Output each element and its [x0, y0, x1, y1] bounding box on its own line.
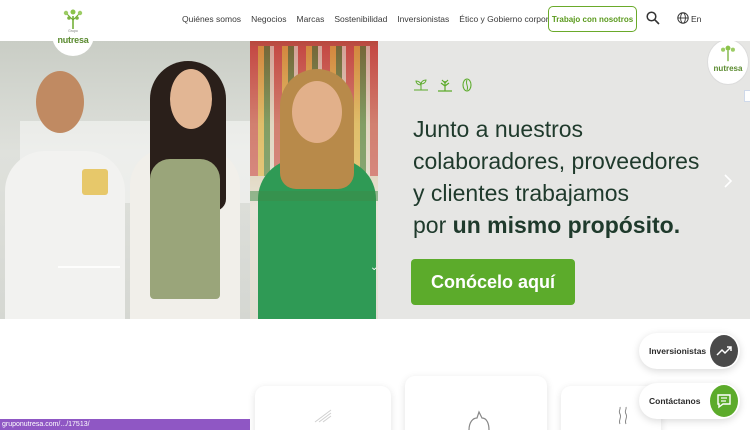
trending-up-icon	[716, 346, 732, 356]
chat-icon	[717, 394, 731, 409]
language-switch[interactable]: En	[691, 14, 701, 24]
tree-logo-icon	[721, 45, 735, 62]
investors-floating-button[interactable]: Inversionistas	[639, 333, 740, 369]
chevron-down-icon: ⌄	[370, 262, 378, 273]
search-icon[interactable]	[646, 11, 660, 25]
leaf-icon	[314, 409, 332, 423]
logo[interactable]: Grupo nutresa	[52, 2, 94, 56]
feature-card-1[interactable]	[255, 386, 391, 430]
seed-icon	[462, 78, 472, 92]
animal-icon	[468, 410, 490, 430]
nav-item-marcas[interactable]: Marcas	[297, 14, 325, 24]
page: Grupo nutresa Quiénes somos Negocios Mar…	[0, 0, 750, 430]
contact-label: Contáctanos	[649, 396, 701, 406]
nav-item-inversionistas[interactable]: Inversionistas	[397, 14, 449, 24]
nutresa-badge: nutresa	[707, 39, 749, 85]
hero-icon-row	[413, 78, 473, 92]
learn-more-button[interactable]: Conócelo aquí	[411, 259, 575, 305]
site-header: Grupo nutresa Quiénes somos Negocios Mar…	[0, 0, 750, 56]
globe-icon[interactable]	[677, 12, 689, 24]
feature-card-2[interactable]	[405, 376, 547, 430]
contact-floating-button[interactable]: Contáctanos	[639, 383, 740, 419]
nav-item-sostenibilidad[interactable]: Sostenibilidad	[334, 14, 387, 24]
sprout-icon	[414, 79, 428, 91]
tree-logo-icon	[63, 9, 83, 29]
nav-item-negocios[interactable]: Negocios	[251, 14, 286, 24]
hero-highlight: un mismo propósito.	[452, 212, 681, 238]
badge-word: nutresa	[713, 64, 743, 73]
edge-widget[interactable]	[744, 90, 750, 102]
work-with-us-button[interactable]: Trabajo con nosotros	[548, 6, 637, 32]
next-slide-arrow[interactable]	[713, 161, 743, 201]
hero-line-4: por un mismo propósito.	[413, 212, 681, 238]
slider-indicator[interactable]	[58, 266, 120, 268]
hero-line-3: y clientes trabajamos	[413, 180, 630, 206]
main-nav: Quiénes somos Negocios Marcas Sostenibil…	[182, 14, 577, 24]
logo-small-text: Grupo	[68, 29, 78, 33]
hero-line-2: colaboradores, proveedores	[413, 148, 700, 174]
steam-icon	[618, 406, 628, 425]
logo-word: nutresa	[57, 35, 89, 45]
hero-line-1: Junto a nuestros	[413, 116, 584, 142]
plant-icon	[438, 79, 452, 92]
hero-photo: ⌄	[0, 41, 378, 319]
hero-banner: ⌄ Junto a nuestros colaboradores, provee…	[0, 39, 750, 319]
hero-headline: Junto a nuestros colaboradores, proveedo…	[413, 113, 733, 241]
status-bar-url: gruponutresa.com/.../17513/	[0, 419, 250, 430]
investors-label: Inversionistas	[649, 346, 707, 356]
nav-item-quienes-somos[interactable]: Quiénes somos	[182, 14, 241, 24]
chevron-right-icon	[724, 174, 733, 188]
